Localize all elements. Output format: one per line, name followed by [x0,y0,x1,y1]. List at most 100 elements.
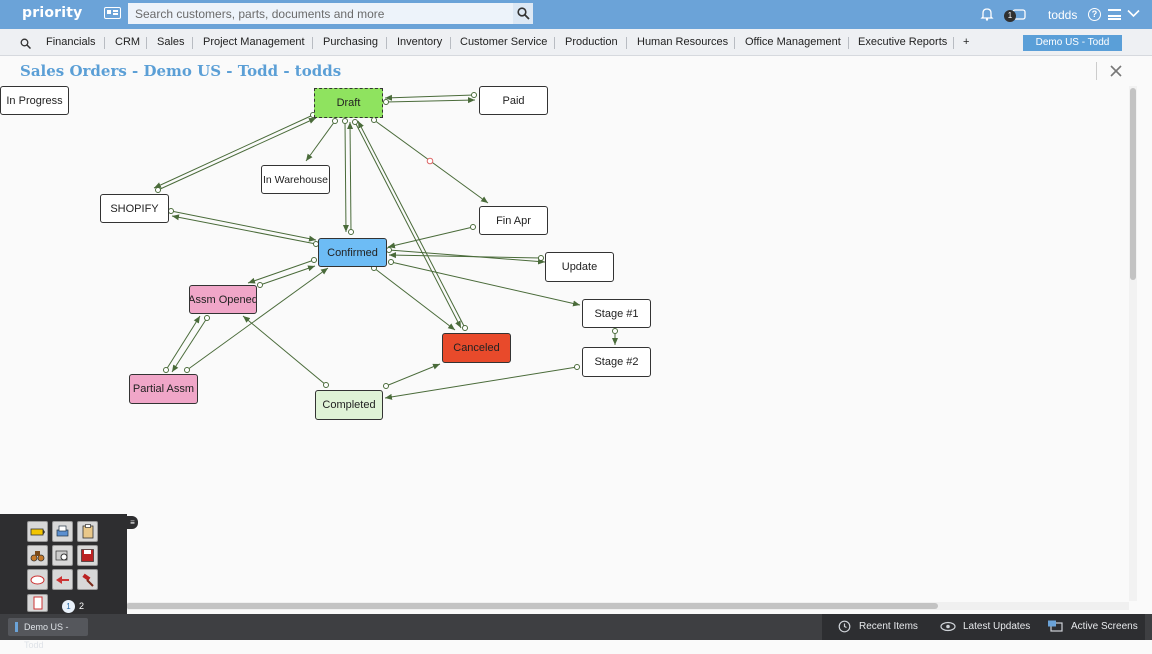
chevron-down-icon[interactable] [1127,9,1140,18]
clipboard-icon [82,524,93,539]
status-node-stage-1[interactable]: Stage #1 [582,299,651,328]
hamburger-menu-icon[interactable] [1108,9,1121,20]
status-node-canceled[interactable]: Canceled [442,333,511,363]
menu-divider [312,37,313,49]
binoculars-icon [30,550,45,561]
header-divider [1096,62,1097,80]
filter-icon [30,575,45,584]
eye-icon [940,621,956,632]
status-node-in-progress[interactable]: In Progress [0,86,69,115]
menu-divider [554,37,555,49]
menu-crm[interactable]: CRM [115,36,140,48]
status-node-draft[interactable]: Draft [314,88,383,118]
transition-arrow [259,265,316,286]
print-tool-button[interactable] [52,521,73,542]
edit-tool-button[interactable] [27,521,48,542]
main-menu-bar: Financials CRM Sales Project Management … [0,29,1152,56]
transition-start-point [155,187,161,193]
menu-executive-reports[interactable]: Executive Reports [858,36,947,48]
menu-divider [104,37,105,49]
notification-badge: 1 [1004,10,1016,22]
menu-purchasing[interactable]: Purchasing [323,36,378,48]
transition-arrow [384,94,475,101]
back-tool-button[interactable] [52,569,73,590]
transition-start-point [184,367,190,373]
document-tool-button[interactable] [27,594,48,612]
menu-divider [848,37,849,49]
transition-start-point [612,328,618,334]
transition-start-point [323,382,329,388]
arrow-left-icon [56,575,69,584]
vertical-scroll-thumb[interactable] [1130,88,1136,280]
close-icon[interactable] [1108,63,1124,79]
transition-start-point [168,208,174,214]
transition-arrow [373,267,456,331]
status-node-partial-assm[interactable]: Partial Assm [129,374,198,404]
company-tab[interactable]: Demo US - Todd [1023,35,1122,51]
transition-start-point [538,255,544,261]
transition-start-point [462,325,468,331]
status-node-assm-opened[interactable]: Assm Opened [189,285,257,314]
menu-add-button[interactable]: + [963,36,969,48]
status-node-paid[interactable]: Paid [479,86,548,115]
transition-arrow [357,120,466,329]
menu-financials[interactable]: Financials [46,36,96,48]
page-indicator[interactable]: 1 [62,600,75,613]
transition-arrow [165,315,201,371]
pencil-icon [30,528,45,535]
preview-tool-button[interactable] [52,545,73,566]
tool-panel-toggle[interactable]: ≡ [127,516,138,529]
transition-start-point [371,117,377,123]
transition-arrow [388,249,546,265]
menu-sales[interactable]: Sales [157,36,185,48]
page-title: Sales Orders - Demo US - Todd - todds [20,62,342,80]
transition-start-point [383,99,389,105]
menu-divider [450,37,451,49]
menu-project-management[interactable]: Project Management [203,36,305,48]
status-node-shopify[interactable]: SHOPIFY [100,194,169,223]
screens-icon [1048,620,1063,632]
bell-icon[interactable] [980,7,994,21]
search-button[interactable] [513,3,533,24]
transition-arrow [171,214,317,245]
menu-search-icon[interactable] [20,38,31,49]
search-input[interactable] [128,3,513,24]
menu-human-resources[interactable]: Human Resources [637,36,728,48]
search-records-button[interactable] [27,545,48,566]
transition-arrow [242,315,327,386]
transition-arrow [385,363,441,387]
user-menu[interactable]: todds [1048,8,1077,22]
transition-arrow [373,119,489,204]
recent-items-button[interactable]: Recent Items [859,621,918,632]
status-node-update[interactable]: Update [545,252,614,282]
clipboard-tool-button[interactable] [77,521,98,542]
menu-office-management[interactable]: Office Management [745,36,841,48]
priority-logo[interactable]: priority [22,5,82,21]
help-icon[interactable]: ? [1088,8,1101,21]
transition-arrow [247,259,315,284]
status-node-confirmed[interactable]: Confirmed [318,238,387,267]
status-node-completed[interactable]: Completed [315,390,383,420]
id-card-icon[interactable] [104,7,121,19]
filter-tool-button[interactable] [27,569,48,590]
status-flow-diagram [153,92,618,400]
status-node-in-warehouse[interactable]: In Warehouse [261,165,330,194]
status-node-fin-apr[interactable]: Fin Apr [479,206,548,235]
status-node-stage-2[interactable]: Stage #2 [582,347,651,377]
menu-production[interactable]: Production [565,36,618,48]
latest-updates-button[interactable]: Latest Updates [963,621,1030,632]
page-count: 2 [79,601,85,611]
printer-icon [56,525,69,536]
transition-start-point [311,257,317,263]
document-icon [33,596,42,610]
menu-customer-service[interactable]: Customer Service [460,36,547,48]
transition-start-point [348,229,354,235]
open-window-tab[interactable]: Demo US - Todd [8,618,88,650]
action-tool-button[interactable] [77,569,98,590]
save-tool-button[interactable] [77,545,98,566]
horizontal-scroll-thumb[interactable] [126,603,938,609]
transition-arrow [342,120,349,233]
menu-inventory[interactable]: Inventory [397,36,442,48]
transition-arrow [387,226,474,249]
active-screens-button[interactable]: Active Screens [1071,621,1138,632]
